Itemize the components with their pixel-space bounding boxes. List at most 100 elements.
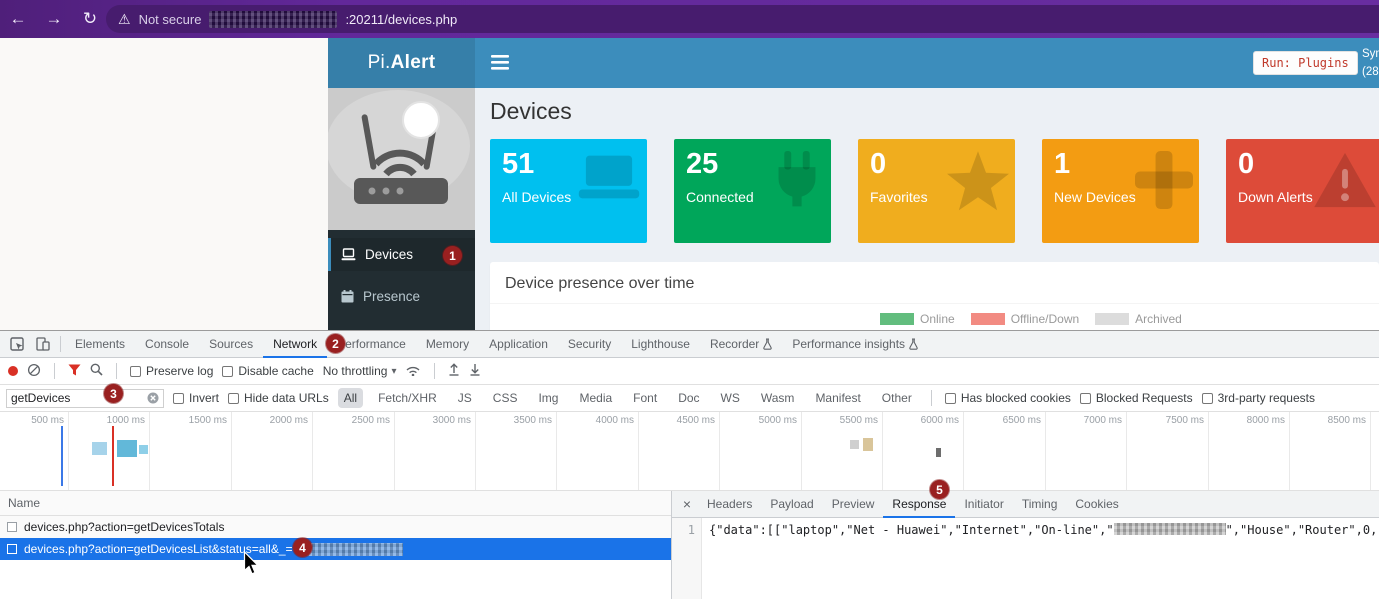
sidebar-item-label: Presence [363,289,420,304]
filter-chip-media[interactable]: Media [573,388,618,408]
pialert-app: Pi.Alert [328,38,1379,330]
tab-security[interactable]: Security [558,331,621,358]
response-text: {"data":[["laptop","Net - Huawei","Inter… [709,523,1114,537]
back-icon[interactable]: ← [0,9,36,29]
inspect-element-icon[interactable] [4,331,30,357]
close-icon[interactable]: × [676,496,698,512]
tab-label: Performance insights [792,337,905,351]
blocked-requests-checkbox[interactable]: Blocked Requests [1080,391,1193,405]
tab-network[interactable]: Network [263,331,327,358]
request-row[interactable]: devices.php?action=getDevicesTotals [0,516,671,538]
tab-application[interactable]: Application [479,331,558,358]
requests-name-header[interactable]: Name [0,491,671,516]
timeline-activity-mark [92,442,107,455]
network-timeline-overview[interactable]: 500 ms1000 ms1500 ms2000 ms2500 ms3000 m… [0,412,1379,491]
card-down-alerts[interactable]: 0 Down Alerts [1226,139,1379,243]
legend-label: Online [920,312,955,326]
tab-performance[interactable]: Performance [327,331,416,358]
timeline-gridline [1126,412,1127,490]
tab-sources[interactable]: Sources [199,331,263,358]
request-row-selected[interactable]: devices.php?action=getDevicesList&status… [0,538,671,560]
throttling-value: No throttling [323,364,388,378]
filter-chip-font[interactable]: Font [627,388,663,408]
export-har-icon[interactable] [469,363,481,379]
tab-headers[interactable]: Headers [698,491,761,518]
sidebar-item-presence[interactable]: Presence [328,280,475,313]
app-navbar: Run: Plugins Sym (28, [475,38,1379,88]
device-toolbar-icon[interactable] [30,331,56,357]
tab-response[interactable]: Response [883,491,955,518]
request-name: devices.php?action=getDevicesList&status… [24,542,293,556]
filter-chip-doc[interactable]: Doc [672,388,705,408]
sidebar-item-devices[interactable]: Devices [328,238,475,271]
card-new-devices[interactable]: 1 New Devices [1042,139,1199,243]
search-icon[interactable] [90,363,103,379]
filter-chip-img[interactable]: Img [532,388,564,408]
app-logo[interactable]: Pi.Alert [328,38,475,88]
has-blocked-cookies-checkbox[interactable]: Has blocked cookies [945,391,1071,405]
run-plugins-button[interactable]: Run: Plugins [1253,51,1358,75]
card-connected[interactable]: 25 Connected [674,139,831,243]
card-favorites[interactable]: 0 Favorites [858,139,1015,243]
preserve-log-checkbox[interactable]: Preserve log [130,364,213,378]
legend-item-offline: Offline/Down [971,312,1079,326]
checkbox-label: Blocked Requests [1096,391,1193,405]
tab-memory[interactable]: Memory [416,331,479,358]
import-har-icon[interactable] [448,363,460,379]
response-viewer[interactable]: 1 {"data":[["laptop","Net - Huawei","Int… [672,518,1379,599]
tab-cookies[interactable]: Cookies [1066,491,1127,518]
filter-input-box [6,389,164,408]
divider [116,363,117,379]
tab-label: Recorder [710,337,759,351]
forward-icon[interactable]: → [36,9,72,29]
filter-chip-all[interactable]: All [338,388,363,408]
hamburger-menu-icon[interactable] [491,55,509,75]
timeline-activity-mark [850,440,859,449]
tab-label: Console [145,337,189,351]
invert-checkbox[interactable]: Invert [173,391,219,405]
not-secure-label[interactable]: Not secure [139,12,202,27]
filter-chip-other[interactable]: Other [876,388,918,408]
tab-recorder[interactable]: Recorder [700,331,782,358]
filter-chip-css[interactable]: CSS [487,388,524,408]
filter-chip-fetch-xhr[interactable]: Fetch/XHR [372,388,443,408]
filter-chip-ws[interactable]: WS [715,388,746,408]
tab-initiator[interactable]: Initiator [955,491,1012,518]
filter-icon[interactable] [68,364,81,379]
throttling-dropdown[interactable]: No throttling ▾ [323,364,397,378]
checkbox-icon [945,393,956,404]
filter-input[interactable] [11,391,144,405]
user-info-line1: Sym [1362,48,1379,60]
legend-label: Archived [1135,312,1182,326]
request-doc-icon [7,544,17,554]
tab-payload[interactable]: Payload [761,491,822,518]
clear-icon[interactable] [27,363,41,380]
card-all-devices[interactable]: 51 All Devices [490,139,647,243]
hide-data-urls-checkbox[interactable]: Hide data URLs [228,391,329,405]
divider [60,336,61,352]
tab-console[interactable]: Console [135,331,199,358]
plus-icon [1135,151,1193,214]
tab-elements[interactable]: Elements [65,331,135,358]
timeline-gridline [1208,412,1209,490]
disable-cache-checkbox[interactable]: Disable cache [222,364,313,378]
filter-chip-wasm[interactable]: Wasm [755,388,801,408]
network-conditions-icon[interactable] [405,364,421,379]
column-label: Name [8,496,40,510]
network-filter-row: Invert Hide data URLs All Fetch/XHR JS C… [0,385,1379,412]
tab-timing[interactable]: Timing [1013,491,1067,518]
legend-swatch [880,313,914,325]
checkbox-label: Hide data URLs [244,391,329,405]
tab-performance-insights[interactable]: Performance insights [782,331,928,358]
filter-chip-manifest[interactable]: Manifest [809,388,866,408]
plug-icon [769,151,825,216]
filter-chip-js[interactable]: JS [452,388,478,408]
reload-icon[interactable]: ↻ [72,9,108,29]
router-image [328,88,475,230]
clear-filter-icon[interactable] [147,392,159,404]
tab-lighthouse[interactable]: Lighthouse [621,331,700,358]
tab-preview[interactable]: Preview [823,491,884,518]
record-icon[interactable] [8,366,18,376]
address-bar[interactable]: ⚠ Not secure :20211/devices.php [106,5,1379,33]
third-party-requests-checkbox[interactable]: 3rd-party requests [1202,391,1315,405]
